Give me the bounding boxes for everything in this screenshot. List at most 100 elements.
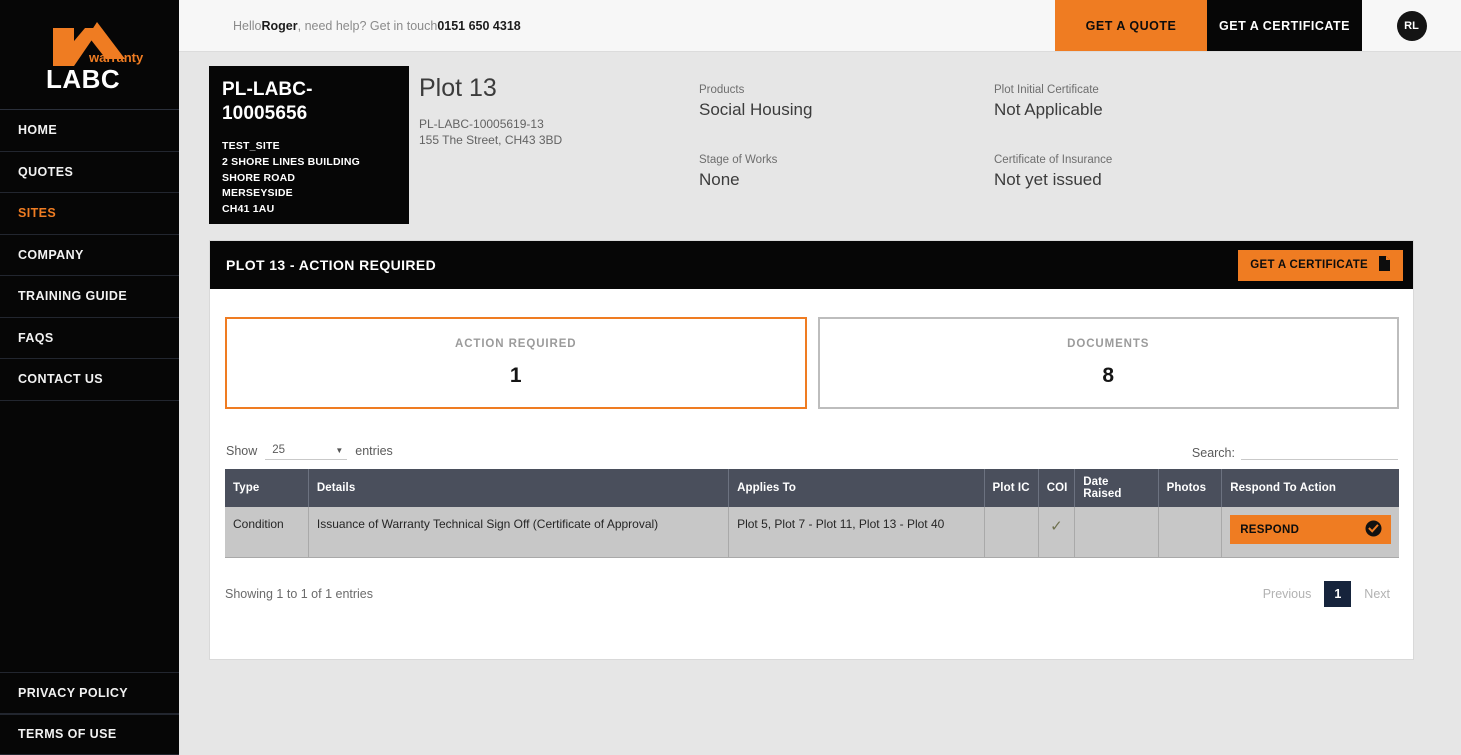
cell-date-raised — [1074, 507, 1159, 558]
panel-title: PLOT 13 - ACTION REQUIRED — [226, 257, 437, 273]
get-a-quote-label: GET A QUOTE — [1085, 18, 1177, 33]
column-type[interactable]: Type — [225, 469, 309, 507]
meta-products: Products Social Housing — [699, 84, 994, 154]
column-plot-ic[interactable]: Plot IC — [984, 469, 1039, 507]
actions-table: Type Details Applies To Plot IC COI Date… — [225, 469, 1399, 558]
table-controls: Show 25 ▼ entries Search: — [225, 440, 1399, 460]
table-header: Type Details Applies To Plot IC COI Date… — [225, 469, 1399, 507]
stat-label: ACTION REQUIRED — [455, 338, 577, 350]
meta-value: Not yet issued — [994, 170, 1102, 189]
column-photos[interactable]: Photos — [1158, 469, 1223, 507]
plot-reference: PL-LABC-10005619-13 — [419, 117, 544, 131]
sidebar-item-label: FAQS — [18, 330, 54, 345]
column-details[interactable]: Details — [308, 469, 730, 507]
sidebar-item-quotes[interactable]: QUOTES — [0, 152, 179, 193]
site-reference: PL-LABC-10005656 — [222, 79, 313, 125]
meta-value: Not Applicable — [994, 100, 1103, 119]
sidebar-item-label: SITES — [18, 206, 57, 221]
avatar-container: RL — [1362, 0, 1461, 51]
meta-plot-initial-certificate: Plot Initial Certificate Not Applicable — [994, 84, 1431, 154]
greeting-text: Hello Roger, need help? Get in touch 015… — [179, 0, 1055, 51]
cell-photos — [1158, 507, 1223, 558]
svg-text:LABC: LABC — [46, 64, 120, 94]
sidebar-item-home[interactable]: HOME — [0, 110, 179, 152]
sidebar-item-contact-us[interactable]: CONTACT US — [0, 359, 179, 401]
stat-card-documents[interactable]: DOCUMENTS 8 — [817, 317, 1399, 409]
search-label: Search: — [1191, 446, 1235, 460]
stat-value: 1 — [509, 364, 522, 387]
stat-cards: ACTION REQUIRED 1 DOCUMENTS 8 — [225, 317, 1399, 409]
panel-body: ACTION REQUIRED 1 DOCUMENTS 8 Show 25 ▼ — [210, 289, 1413, 607]
cell-coi: ✓ — [1038, 507, 1076, 558]
column-coi[interactable]: COI — [1038, 469, 1076, 507]
showing-entries-text: Showing 1 to 1 of 1 entries — [225, 586, 374, 601]
greeting-middle: , need help? Get in touch — [297, 18, 438, 33]
meta-value: Social Housing — [699, 100, 813, 119]
get-a-certificate-button[interactable]: GET A CERTIFICATE — [1207, 0, 1362, 51]
main-content: Hello Roger, need help? Get in touch 015… — [179, 0, 1461, 755]
meta-label: Plot Initial Certificate — [994, 84, 1099, 96]
table-row[interactable]: Condition Issuance of Warranty Technical… — [225, 507, 1399, 558]
cell-applies-to: Plot 5, Plot 7 - Plot 11, Plot 13 - Plot… — [728, 507, 985, 558]
stat-value: 8 — [1102, 364, 1115, 387]
entries-per-page-value: 25 — [272, 444, 286, 456]
plot-summary: PL-LABC-10005656 TEST_SITE 2 SHORE LINES… — [179, 52, 1461, 232]
table-body: Condition Issuance of Warranty Technical… — [225, 507, 1399, 558]
pagination-page-1[interactable]: 1 — [1324, 580, 1352, 607]
search-input[interactable] — [1241, 440, 1398, 460]
sidebar-nav: HOME QUOTES SITES COMPANY TRAINING GUIDE… — [0, 109, 179, 401]
sidebar-item-label: HOME — [18, 123, 58, 138]
show-entries-control: Show 25 ▼ entries — [226, 442, 393, 460]
sidebar-item-sites[interactable]: SITES — [0, 193, 179, 235]
document-icon — [1378, 255, 1391, 275]
greeting-user-name: Roger — [261, 18, 298, 33]
sidebar-item-label: CONTACT US — [18, 372, 104, 387]
sidebar-item-label: TERMS OF USE — [18, 727, 117, 742]
sidebar-item-company[interactable]: COMPANY — [0, 235, 179, 276]
page-title: Plot 13 — [419, 74, 497, 102]
meta-label: Certificate of Insurance — [994, 154, 1113, 166]
pagination-previous[interactable]: Previous — [1254, 582, 1321, 606]
panel-get-a-certificate-button[interactable]: GET A CERTIFICATE — [1238, 249, 1403, 281]
sidebar-item-terms-of-use[interactable]: TERMS OF USE — [0, 713, 179, 755]
cell-respond-to-action: RESPOND — [1221, 507, 1399, 558]
pagination-next[interactable]: Next — [1355, 582, 1399, 606]
chevron-down-icon: ▼ — [335, 445, 344, 455]
stat-card-action-required[interactable]: ACTION REQUIRED 1 — [225, 317, 807, 409]
get-a-quote-button[interactable]: GET A QUOTE — [1055, 0, 1207, 51]
plot-info: Plot 13 PL-LABC-10005619-13 155 The Stre… — [409, 66, 699, 232]
meta-certificate-of-insurance: Certificate of Insurance Not yet issued — [994, 154, 1431, 224]
sidebar-footer-nav: PRIVACY POLICY TERMS OF USE — [0, 672, 179, 755]
cell-type: Condition — [225, 507, 309, 558]
labc-warranty-logo-icon: warranty LABC — [30, 14, 150, 96]
plot-address: 155 The Street, CH43 3BD — [419, 133, 563, 148]
cell-details: Issuance of Warranty Technical Sign Off … — [308, 507, 730, 558]
cell-plot-ic — [984, 507, 1039, 558]
meta-value: None — [699, 170, 740, 189]
respond-label: RESPOND — [1240, 523, 1300, 536]
check-icon: ✓ — [1050, 518, 1063, 535]
sidebar-item-label: PRIVACY POLICY — [18, 685, 129, 700]
meta-label: Products — [699, 84, 745, 96]
entries-per-page-select[interactable]: 25 ▼ — [265, 442, 348, 460]
column-date-raised[interactable]: Date Raised — [1074, 469, 1159, 507]
avatar-initials: RL — [1404, 19, 1419, 32]
sidebar-item-label: COMPANY — [18, 247, 84, 262]
get-a-certificate-label: GET A CERTIFICATE — [1219, 18, 1350, 33]
avatar[interactable]: RL — [1396, 10, 1427, 41]
app-root: warranty LABC HOME QUOTES SITES COMPANY … — [0, 0, 1461, 755]
column-respond-to-action[interactable]: Respond To Action — [1221, 469, 1399, 507]
sidebar-item-privacy-policy[interactable]: PRIVACY POLICY — [0, 672, 179, 714]
sidebar-item-training-guide[interactable]: TRAINING GUIDE — [0, 276, 179, 318]
brand-logo[interactable]: warranty LABC — [0, 0, 179, 109]
column-applies-to[interactable]: Applies To — [728, 469, 985, 507]
stat-label: DOCUMENTS — [1067, 338, 1150, 350]
support-phone: 0151 650 4318 — [437, 18, 521, 33]
respond-button[interactable]: RESPOND — [1230, 515, 1391, 544]
sidebar-item-faqs[interactable]: FAQS — [0, 318, 179, 359]
svg-text:warranty: warranty — [88, 50, 144, 65]
entries-label: entries — [355, 444, 393, 458]
sidebar-item-label: TRAINING GUIDE — [18, 289, 128, 304]
site-address: TEST_SITE 2 SHORE LINES BUILDING SHORE R… — [222, 139, 360, 216]
